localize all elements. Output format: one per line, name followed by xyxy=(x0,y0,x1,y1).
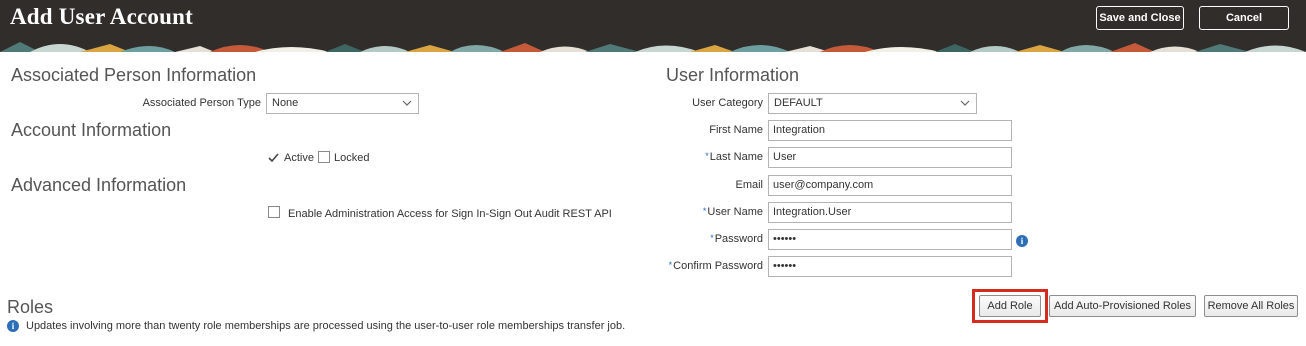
first-name-field[interactable]: Integration xyxy=(768,120,1012,141)
active-label: Active xyxy=(284,152,314,164)
advanced-section-title: Advanced Information xyxy=(11,175,187,195)
confirm-password-field[interactable]: •••••• xyxy=(768,256,1012,277)
locked-checkbox[interactable] xyxy=(318,151,330,163)
password-label: *Password xyxy=(710,233,763,245)
decorative-banner xyxy=(0,36,1306,52)
first-name-label: First Name xyxy=(709,124,763,136)
user-name-label-text: User Name xyxy=(707,206,763,218)
required-marker: * xyxy=(702,206,707,216)
info-icon: i xyxy=(7,320,19,332)
active-checkbox[interactable] xyxy=(267,151,280,164)
user-category-label: User Category xyxy=(692,97,763,109)
add-role-button[interactable]: Add Role xyxy=(979,295,1041,317)
password-label-text: Password xyxy=(714,233,763,245)
audit-access-label: Enable Administration Access for Sign In… xyxy=(288,208,612,220)
required-marker: * xyxy=(710,233,714,243)
password-field[interactable]: •••••• xyxy=(768,229,1012,250)
chevron-down-icon xyxy=(960,100,970,106)
last-name-field[interactable]: User xyxy=(768,147,1012,168)
email-label: Email xyxy=(735,179,763,191)
user-name-field[interactable]: Integration.User xyxy=(768,202,1012,223)
associated-person-section-title: Associated Person Information xyxy=(11,65,257,85)
cancel-button[interactable]: Cancel xyxy=(1199,6,1289,30)
associated-person-type-select[interactable]: None xyxy=(266,93,419,114)
save-and-close-button[interactable]: Save and Close xyxy=(1096,6,1184,30)
roles-section-title: Roles xyxy=(7,297,54,317)
required-marker: * xyxy=(668,260,673,270)
associated-person-type-label: Associated Person Type xyxy=(142,97,261,109)
user-category-value: DEFAULT xyxy=(774,97,823,109)
user-name-label: *User Name xyxy=(703,206,763,218)
last-name-label-text: Last Name xyxy=(709,151,763,163)
last-name-label: *Last Name xyxy=(705,151,763,163)
confirm-password-label: *Confirm Password xyxy=(669,260,763,272)
checkmark-icon xyxy=(268,153,279,163)
save-and-close-label: Save and Close xyxy=(1099,12,1181,24)
remove-all-roles-button[interactable]: Remove All Roles xyxy=(1204,295,1298,317)
locked-label: Locked xyxy=(334,152,370,164)
account-section-title: Account Information xyxy=(11,120,172,140)
associated-person-type-value: None xyxy=(272,97,299,109)
chevron-down-icon xyxy=(402,100,412,106)
email-field[interactable]: user@company.com xyxy=(768,175,1012,196)
audit-access-checkbox[interactable] xyxy=(268,206,280,218)
required-marker: * xyxy=(705,151,709,161)
page-title: Add User Account xyxy=(10,4,193,29)
user-category-select[interactable]: DEFAULT xyxy=(768,93,977,114)
cancel-label: Cancel xyxy=(1225,12,1263,24)
user-info-section-title: User Information xyxy=(666,65,800,85)
info-icon[interactable]: i xyxy=(1016,235,1028,247)
confirm-password-label-text: Confirm Password xyxy=(673,260,763,272)
page-header: Add User Account Save and Close Cancel xyxy=(0,0,1306,52)
add-auto-provisioned-roles-button[interactable]: Add Auto-Provisioned Roles xyxy=(1049,295,1196,317)
roles-info-note: Updates involving more than twenty role … xyxy=(26,320,626,332)
